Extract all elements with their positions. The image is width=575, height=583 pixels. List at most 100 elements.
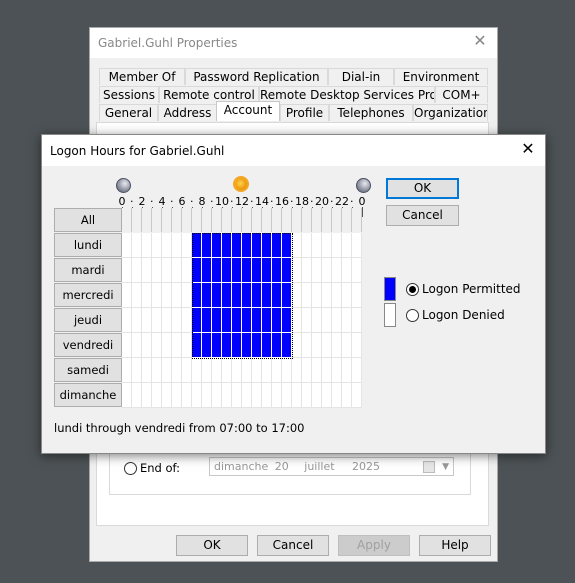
- hour-cell[interactable]: [212, 283, 222, 308]
- hour-cell[interactable]: [292, 333, 302, 358]
- hour-cell[interactable]: [282, 308, 292, 333]
- hour-cell[interactable]: [332, 358, 342, 383]
- properties-help-button[interactable]: Help: [419, 535, 491, 556]
- hour-cell[interactable]: [232, 258, 242, 283]
- hour-cell[interactable]: [342, 333, 352, 358]
- hour-cell[interactable]: [212, 233, 222, 258]
- hour-cell[interactable]: [272, 308, 282, 333]
- hour-cell[interactable]: [212, 358, 222, 383]
- hour-cell[interactable]: [192, 308, 202, 333]
- hour-cell[interactable]: [292, 258, 302, 283]
- hour-cell[interactable]: [162, 258, 172, 283]
- hour-cell[interactable]: [122, 383, 132, 408]
- day-button-jeudi[interactable]: jeudi: [54, 308, 122, 332]
- hour-cell[interactable]: [132, 233, 142, 258]
- hour-cell[interactable]: [262, 383, 272, 408]
- hour-cell[interactable]: [222, 283, 232, 308]
- hour-cell[interactable]: [342, 358, 352, 383]
- hour-cell[interactable]: [262, 258, 272, 283]
- hour-cell[interactable]: [152, 283, 162, 308]
- hour-cell[interactable]: [142, 258, 152, 283]
- chevron-down-icon[interactable]: ▼: [442, 459, 449, 476]
- hour-cell[interactable]: [312, 383, 322, 408]
- hour-cell[interactable]: [122, 258, 132, 283]
- hour-cell[interactable]: [172, 233, 182, 258]
- hour-cell[interactable]: [212, 308, 222, 333]
- day-button-vendredi[interactable]: vendredi: [54, 333, 122, 357]
- hour-cell[interactable]: [202, 233, 212, 258]
- hour-column-header[interactable]: [262, 208, 272, 232]
- hour-cell[interactable]: [352, 258, 362, 283]
- hour-cell[interactable]: [122, 333, 132, 358]
- hour-cell[interactable]: [312, 283, 322, 308]
- hour-cell[interactable]: [162, 333, 172, 358]
- hour-cell[interactable]: [132, 283, 142, 308]
- hour-cell[interactable]: [232, 358, 242, 383]
- hour-column-header[interactable]: [312, 208, 322, 232]
- hour-column-header[interactable]: [202, 208, 212, 232]
- end-of-date-picker[interactable]: dimanche 20 juillet 2025 ▼: [209, 457, 454, 476]
- hour-cell[interactable]: [272, 258, 282, 283]
- hour-column-header[interactable]: [232, 208, 242, 232]
- logon-permitted-radio[interactable]: [406, 283, 419, 296]
- hour-cell[interactable]: [352, 383, 362, 408]
- hour-cell[interactable]: [162, 308, 172, 333]
- tab-profile[interactable]: Profile: [280, 104, 329, 121]
- hour-cell[interactable]: [162, 358, 172, 383]
- hour-cell[interactable]: [142, 383, 152, 408]
- hour-column-header[interactable]: [162, 208, 172, 232]
- day-button-mardi[interactable]: mardi: [54, 258, 122, 282]
- hour-column-header[interactable]: [292, 208, 302, 232]
- properties-cancel-button[interactable]: Cancel: [257, 535, 329, 556]
- hour-cell[interactable]: [232, 333, 242, 358]
- hour-cell[interactable]: [332, 383, 342, 408]
- hour-cell[interactable]: [302, 358, 312, 383]
- hour-column-header[interactable]: [182, 208, 192, 232]
- hour-cell[interactable]: [152, 333, 162, 358]
- hour-cell[interactable]: [262, 333, 272, 358]
- hour-cell[interactable]: [152, 383, 162, 408]
- hour-cell[interactable]: [322, 233, 332, 258]
- hour-cell[interactable]: [182, 308, 192, 333]
- hour-cell[interactable]: [292, 358, 302, 383]
- hour-column-header[interactable]: [302, 208, 312, 232]
- hour-cell[interactable]: [142, 308, 152, 333]
- logon-hours-close-icon[interactable]: ✕: [519, 140, 537, 158]
- hour-cell[interactable]: [142, 233, 152, 258]
- hour-cell[interactable]: [352, 358, 362, 383]
- hour-cell[interactable]: [342, 258, 352, 283]
- hour-column-header[interactable]: [252, 208, 262, 232]
- hour-column-header[interactable]: [322, 208, 332, 232]
- hour-cell[interactable]: [122, 358, 132, 383]
- tab-com-plus[interactable]: COM+: [435, 86, 488, 103]
- hour-cell[interactable]: [192, 258, 202, 283]
- hour-cell[interactable]: [242, 258, 252, 283]
- hour-cell[interactable]: [262, 283, 272, 308]
- hour-cell[interactable]: [132, 258, 142, 283]
- hour-cell[interactable]: [332, 333, 342, 358]
- tab-organization[interactable]: Organization: [413, 104, 488, 121]
- hour-cell[interactable]: [172, 358, 182, 383]
- hour-cell[interactable]: [212, 333, 222, 358]
- day-button-lundi[interactable]: lundi: [54, 233, 122, 257]
- hour-cell[interactable]: [352, 233, 362, 258]
- hour-cell[interactable]: [332, 308, 342, 333]
- tab-telephones[interactable]: Telephones: [329, 104, 413, 121]
- hour-cell[interactable]: [342, 283, 352, 308]
- hour-cell[interactable]: [222, 333, 232, 358]
- hour-cell[interactable]: [162, 383, 172, 408]
- hour-cell[interactable]: [262, 233, 272, 258]
- hour-cell[interactable]: [282, 333, 292, 358]
- hour-cell[interactable]: [312, 308, 322, 333]
- hour-cell[interactable]: [332, 233, 342, 258]
- tab-general[interactable]: General: [99, 104, 158, 121]
- hour-cell[interactable]: [172, 283, 182, 308]
- hour-cell[interactable]: [262, 358, 272, 383]
- hour-cell[interactable]: [242, 283, 252, 308]
- hour-column-header[interactable]: [282, 208, 292, 232]
- hour-cell[interactable]: [312, 333, 322, 358]
- hour-cell[interactable]: [212, 383, 222, 408]
- hour-cell[interactable]: [162, 283, 172, 308]
- hour-cell[interactable]: [272, 233, 282, 258]
- hour-cell[interactable]: [202, 308, 212, 333]
